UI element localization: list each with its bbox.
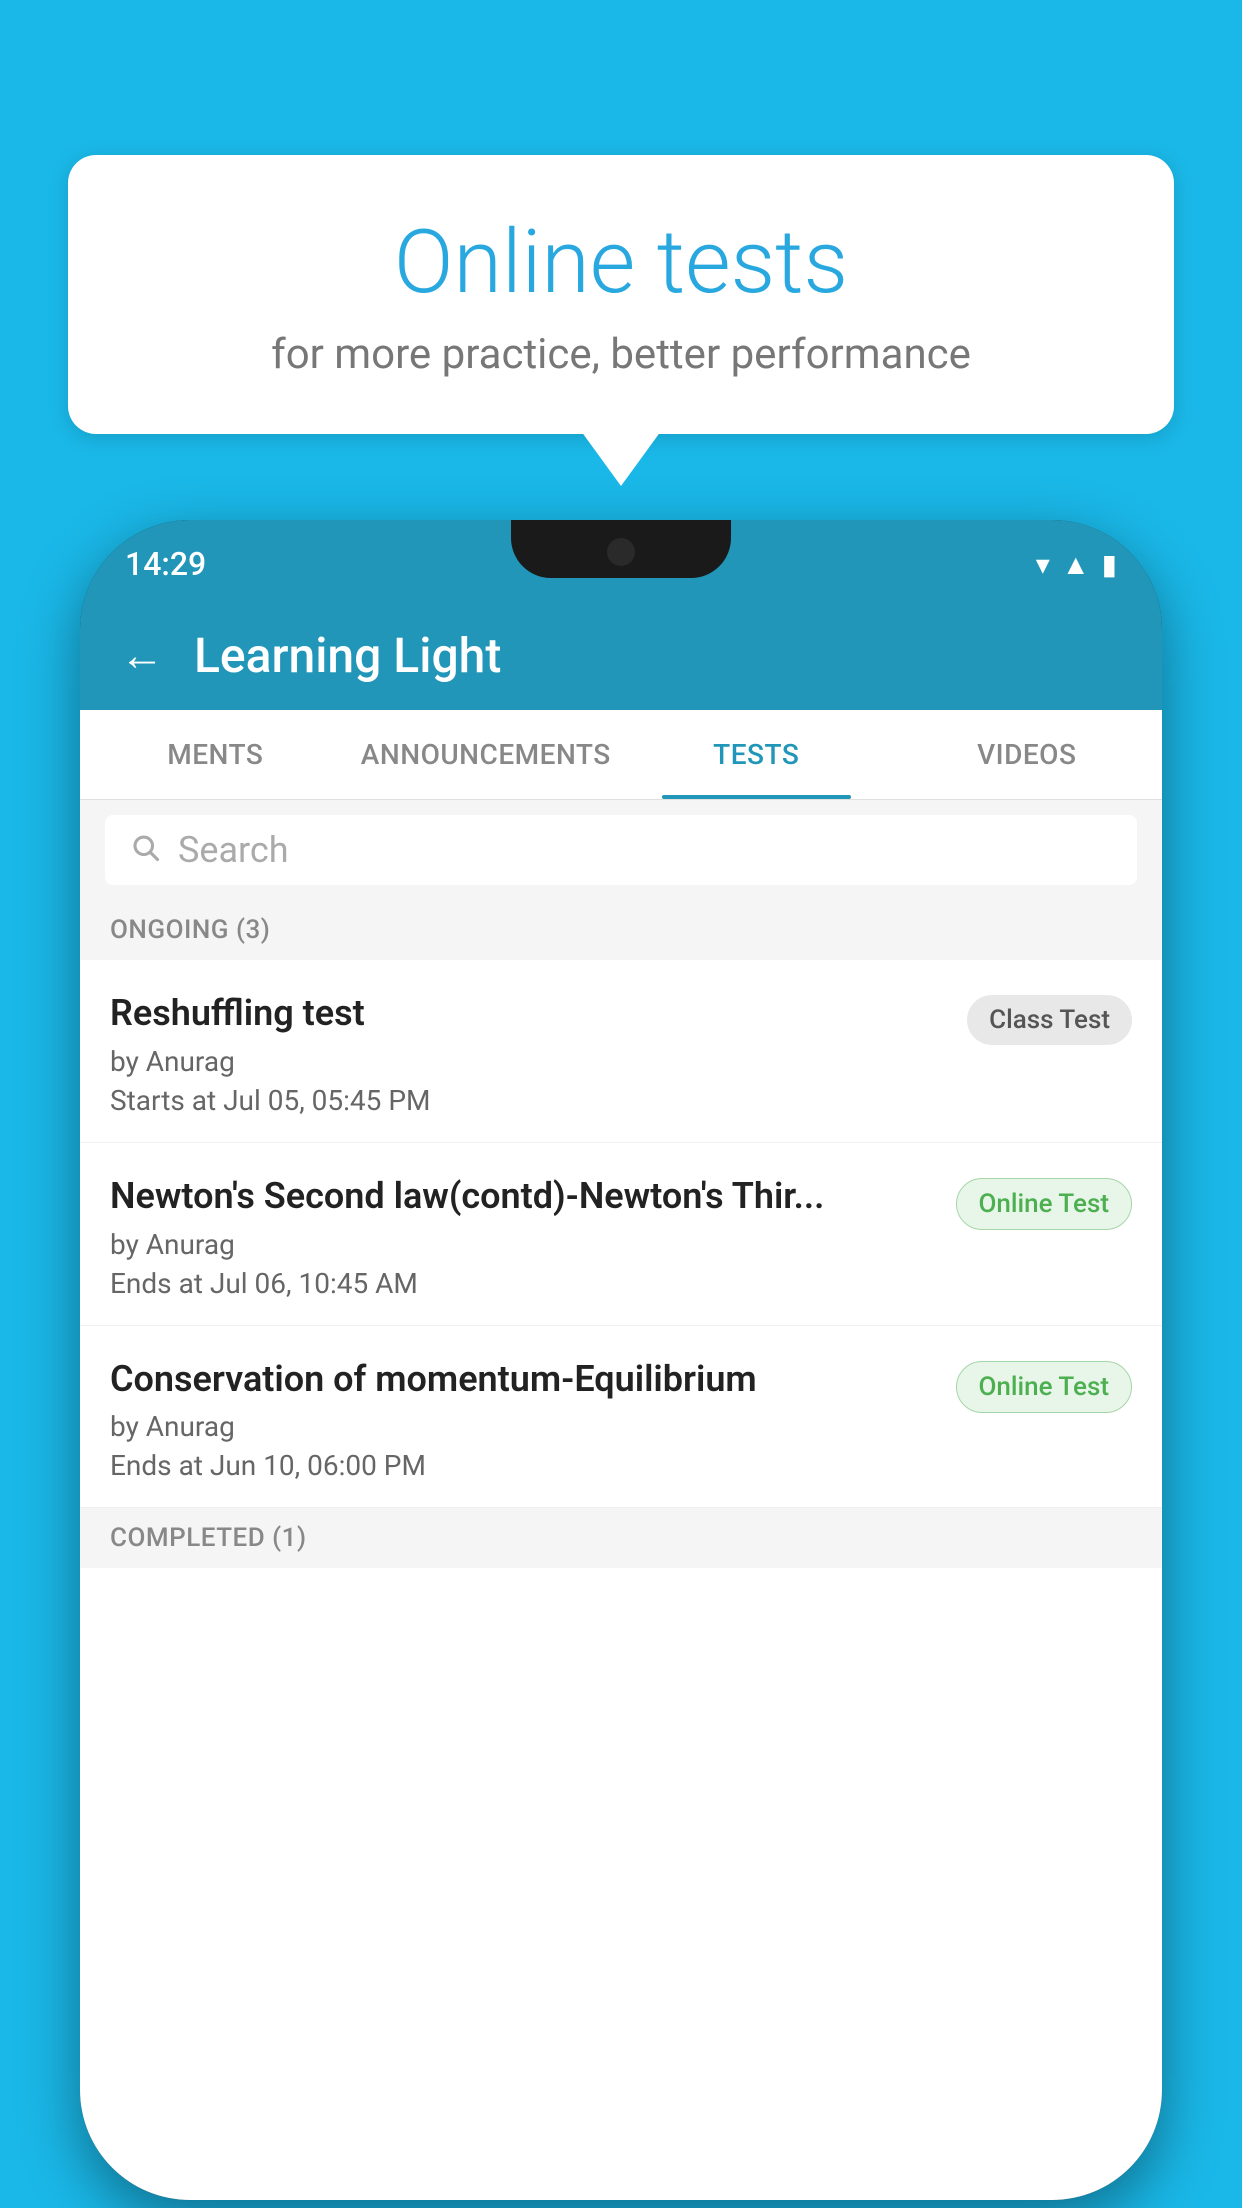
test-list: Reshuffling test by Anurag Starts at Jul… bbox=[80, 960, 1162, 2200]
bubble-subtitle: for more practice, better performance bbox=[108, 330, 1134, 379]
tab-ments[interactable]: MENTS bbox=[80, 710, 351, 799]
test-item-1[interactable]: Reshuffling test by Anurag Starts at Jul… bbox=[80, 960, 1162, 1143]
test-badge-1: Class Test bbox=[967, 995, 1132, 1045]
app-header: ← Learning Light bbox=[80, 600, 1162, 710]
tab-announcements[interactable]: ANNOUNCEMENTS bbox=[351, 710, 622, 799]
test-author-1: by Anurag bbox=[110, 1045, 947, 1078]
test-name-1: Reshuffling test bbox=[110, 990, 947, 1037]
ongoing-label: ONGOING (3) bbox=[110, 915, 270, 945]
tabs-bar: MENTS ANNOUNCEMENTS TESTS VIDEOS bbox=[80, 710, 1162, 800]
search-icon bbox=[130, 829, 160, 871]
app-title: Learning Light bbox=[194, 627, 501, 684]
test-info-3: Conservation of momentum-Equilibrium by … bbox=[110, 1356, 956, 1483]
test-item-3[interactable]: Conservation of momentum-Equilibrium by … bbox=[80, 1326, 1162, 1509]
battery-icon: ▮ bbox=[1102, 548, 1117, 581]
back-button[interactable]: ← bbox=[120, 629, 164, 681]
section-completed: COMPLETED (1) bbox=[80, 1508, 1162, 1568]
test-time-2: Ends at Jul 06, 10:45 AM bbox=[110, 1267, 936, 1300]
test-name-2: Newton's Second law(contd)-Newton's Thir… bbox=[110, 1173, 936, 1220]
test-time-1: Starts at Jul 05, 05:45 PM bbox=[110, 1084, 947, 1117]
completed-label: COMPLETED (1) bbox=[110, 1523, 307, 1553]
section-ongoing: ONGOING (3) bbox=[80, 900, 1162, 960]
tab-videos[interactable]: VIDEOS bbox=[892, 710, 1163, 799]
test-time-3: Ends at Jun 10, 06:00 PM bbox=[110, 1449, 936, 1482]
test-badge-3: Online Test bbox=[956, 1361, 1133, 1413]
bubble-title: Online tests bbox=[108, 215, 1134, 312]
test-author-2: by Anurag bbox=[110, 1228, 936, 1261]
status-time: 14:29 bbox=[125, 545, 206, 583]
test-name-3: Conservation of momentum-Equilibrium bbox=[110, 1356, 936, 1403]
test-author-3: by Anurag bbox=[110, 1410, 936, 1443]
signal-icon: ▲ bbox=[1062, 548, 1090, 581]
phone-frame: 14:29 ▾ ▲ ▮ ← Learning Light MENTS ANNOU… bbox=[80, 520, 1162, 2200]
camera bbox=[607, 538, 635, 566]
test-badge-2: Online Test bbox=[956, 1178, 1133, 1230]
test-info-1: Reshuffling test by Anurag Starts at Jul… bbox=[110, 990, 967, 1117]
test-info-2: Newton's Second law(contd)-Newton's Thir… bbox=[110, 1173, 956, 1300]
status-icons: ▾ ▲ ▮ bbox=[1036, 548, 1117, 581]
test-item-2[interactable]: Newton's Second law(contd)-Newton's Thir… bbox=[80, 1143, 1162, 1326]
search-container: Search bbox=[80, 800, 1162, 900]
notch bbox=[511, 520, 731, 578]
tab-tests[interactable]: TESTS bbox=[621, 710, 892, 799]
promo-bubble: Online tests for more practice, better p… bbox=[68, 155, 1174, 434]
search-input-wrap[interactable]: Search bbox=[105, 815, 1137, 885]
wifi-icon: ▾ bbox=[1036, 548, 1050, 581]
search-placeholder: Search bbox=[178, 829, 289, 871]
